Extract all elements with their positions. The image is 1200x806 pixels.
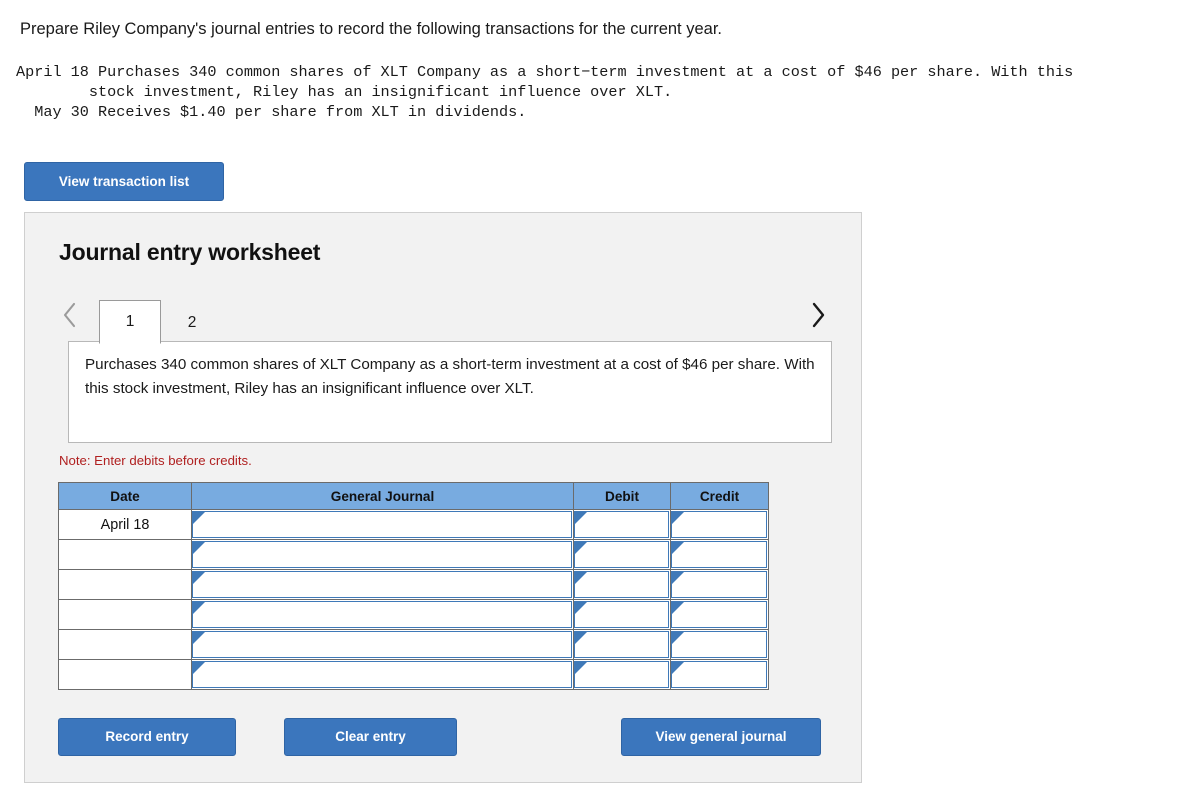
view-transaction-list-button[interactable]: View transaction list bbox=[24, 162, 224, 201]
chevron-left-icon[interactable] bbox=[56, 298, 84, 332]
general-journal-input[interactable] bbox=[192, 571, 572, 598]
tab-page-1[interactable]: 1 bbox=[99, 300, 161, 344]
journal-entry-worksheet-card: Journal entry worksheet 1 2 Purchases 34… bbox=[24, 212, 862, 783]
tab-page-2[interactable]: 2 bbox=[161, 300, 223, 344]
credit-input[interactable] bbox=[671, 571, 767, 598]
general-journal-input[interactable] bbox=[192, 541, 572, 568]
debit-input[interactable] bbox=[574, 661, 669, 688]
debit-cell[interactable] bbox=[573, 659, 671, 690]
tab-page-2-label: 2 bbox=[187, 313, 197, 331]
credit-cell[interactable] bbox=[670, 509, 769, 540]
view-general-journal-button[interactable]: View general journal bbox=[621, 718, 821, 756]
record-entry-button[interactable]: Record entry bbox=[58, 718, 236, 756]
dropdown-corner-icon bbox=[575, 662, 587, 674]
page-title: Prepare Riley Company's journal entries … bbox=[20, 20, 722, 38]
tab-page-1-label: 1 bbox=[125, 313, 135, 330]
general-journal-input[interactable] bbox=[192, 601, 572, 628]
dropdown-corner-icon bbox=[575, 512, 587, 524]
general-journal-cell[interactable] bbox=[191, 599, 574, 630]
table-row bbox=[58, 629, 769, 660]
general-journal-cell[interactable] bbox=[191, 569, 574, 600]
column-header-debit: Debit bbox=[573, 482, 671, 510]
dropdown-corner-icon bbox=[193, 662, 205, 674]
debit-cell[interactable] bbox=[573, 569, 671, 600]
debit-input[interactable] bbox=[574, 571, 669, 598]
general-journal-input[interactable] bbox=[192, 661, 572, 688]
dropdown-corner-icon bbox=[672, 632, 684, 644]
general-journal-cell[interactable] bbox=[191, 629, 574, 660]
date-cell[interactable] bbox=[58, 539, 192, 570]
dropdown-corner-icon bbox=[672, 602, 684, 614]
credit-cell[interactable] bbox=[670, 599, 769, 630]
dropdown-corner-icon bbox=[575, 542, 587, 554]
dropdown-corner-icon bbox=[193, 572, 205, 584]
credit-cell[interactable] bbox=[670, 659, 769, 690]
table-row bbox=[58, 659, 769, 690]
table-row bbox=[58, 599, 769, 630]
dropdown-corner-icon bbox=[672, 512, 684, 524]
debit-input[interactable] bbox=[574, 511, 669, 538]
worksheet-tab-strip: 1 2 bbox=[56, 290, 832, 344]
transaction-list-text: April 18 Purchases 340 common shares of … bbox=[16, 63, 1074, 121]
debits-before-credits-note: Note: Enter debits before credits. bbox=[59, 453, 252, 468]
general-journal-cell[interactable] bbox=[191, 509, 574, 540]
debit-cell[interactable] bbox=[573, 599, 671, 630]
credit-input[interactable] bbox=[671, 601, 767, 628]
column-header-credit: Credit bbox=[670, 482, 769, 510]
debit-input[interactable] bbox=[574, 631, 669, 658]
debit-cell[interactable] bbox=[573, 509, 671, 540]
transaction-description-text: Purchases 340 common shares of XLT Compa… bbox=[85, 356, 815, 397]
transaction-description-panel: Purchases 340 common shares of XLT Compa… bbox=[68, 341, 832, 443]
dropdown-corner-icon bbox=[193, 632, 205, 644]
credit-cell[interactable] bbox=[670, 629, 769, 660]
credit-input[interactable] bbox=[671, 541, 767, 568]
dropdown-corner-icon bbox=[575, 602, 587, 614]
worksheet-tabs: 1 2 bbox=[99, 290, 223, 344]
dropdown-corner-icon bbox=[575, 632, 587, 644]
debit-cell[interactable] bbox=[573, 629, 671, 660]
general-journal-input[interactable] bbox=[192, 631, 572, 658]
date-cell[interactable] bbox=[58, 659, 192, 690]
table-row bbox=[58, 539, 769, 570]
general-journal-cell[interactable] bbox=[191, 539, 574, 570]
date-cell[interactable] bbox=[58, 599, 192, 630]
dropdown-corner-icon bbox=[672, 542, 684, 554]
worksheet-title: Journal entry worksheet bbox=[59, 239, 321, 265]
table-row: April 18 bbox=[58, 509, 769, 540]
dropdown-corner-icon bbox=[193, 602, 205, 614]
debit-input[interactable] bbox=[574, 541, 669, 568]
date-cell[interactable]: April 18 bbox=[58, 509, 192, 540]
date-cell[interactable] bbox=[58, 569, 192, 600]
credit-cell[interactable] bbox=[670, 539, 769, 570]
general-journal-cell[interactable] bbox=[191, 659, 574, 690]
clear-entry-button[interactable]: Clear entry bbox=[284, 718, 457, 756]
dropdown-corner-icon bbox=[672, 662, 684, 674]
dropdown-corner-icon bbox=[575, 572, 587, 584]
dropdown-corner-icon bbox=[193, 542, 205, 554]
table-row bbox=[58, 569, 769, 600]
journal-entry-table: Date General Journal Debit Credit April … bbox=[58, 482, 769, 690]
general-journal-input[interactable] bbox=[192, 511, 572, 538]
date-cell[interactable] bbox=[58, 629, 192, 660]
debit-cell[interactable] bbox=[573, 539, 671, 570]
dropdown-corner-icon bbox=[672, 572, 684, 584]
credit-cell[interactable] bbox=[670, 569, 769, 600]
credit-input[interactable] bbox=[671, 661, 767, 688]
column-header-date: Date bbox=[58, 482, 192, 510]
column-header-general-journal: General Journal bbox=[191, 482, 574, 510]
table-header-row: Date General Journal Debit Credit bbox=[58, 482, 769, 510]
credit-input[interactable] bbox=[671, 631, 767, 658]
dropdown-corner-icon bbox=[193, 512, 205, 524]
debit-input[interactable] bbox=[574, 601, 669, 628]
chevron-right-icon[interactable] bbox=[804, 298, 832, 332]
credit-input[interactable] bbox=[671, 511, 767, 538]
